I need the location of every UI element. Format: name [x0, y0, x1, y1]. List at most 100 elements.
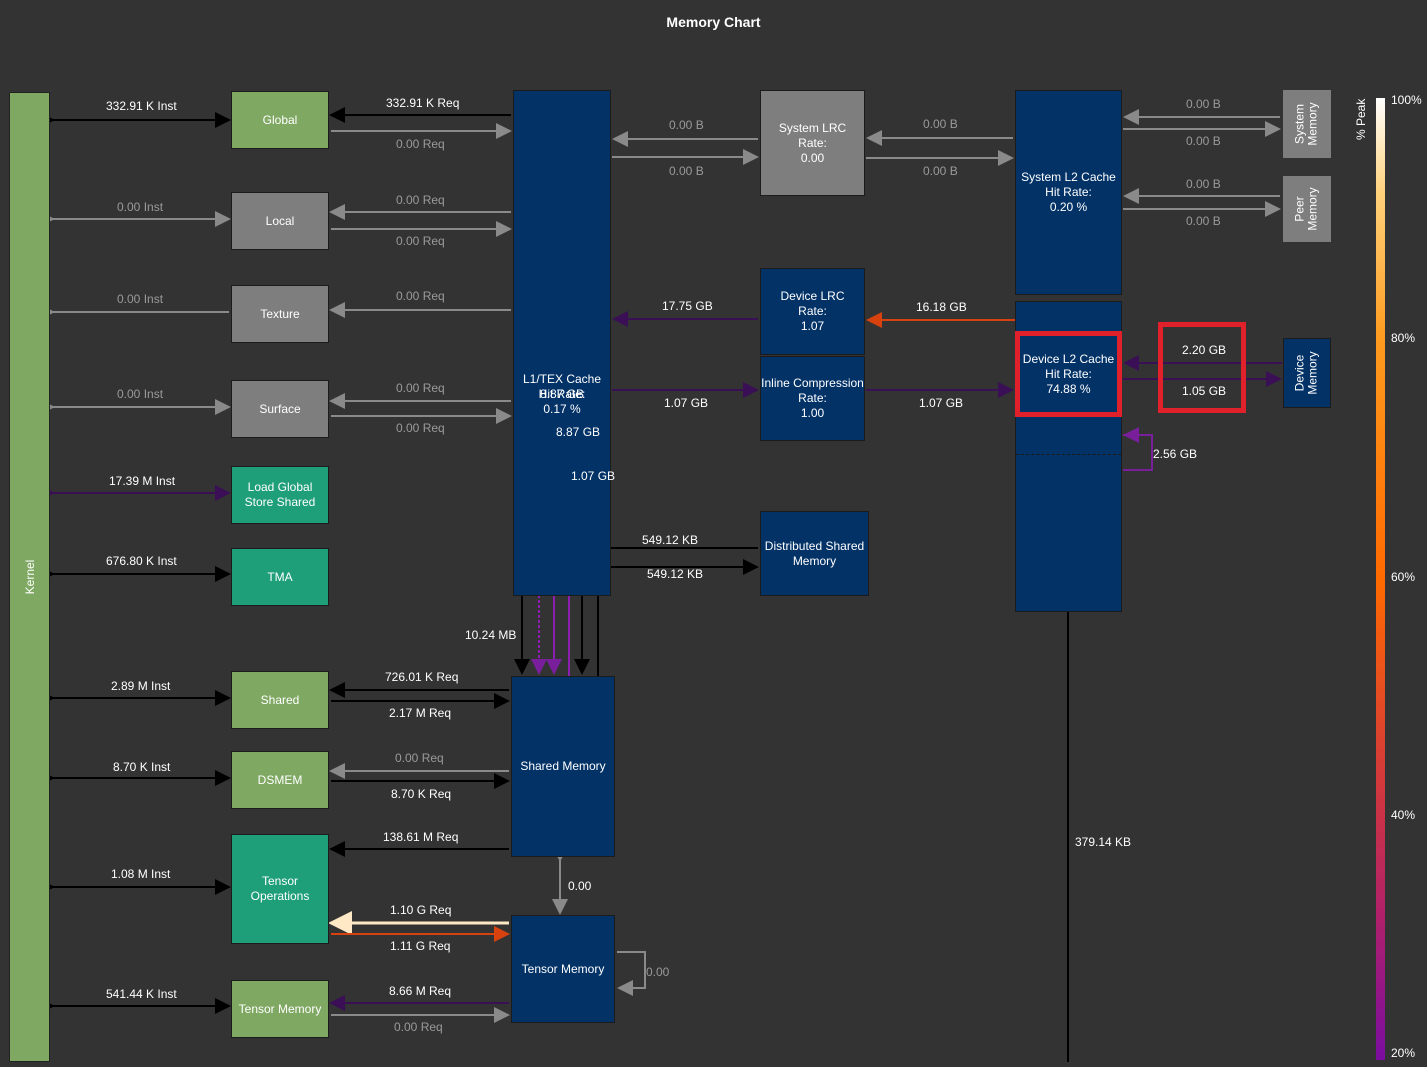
tma-unit[interactable]: TMA — [231, 548, 329, 606]
l1-shared-b-label: 8.87 GB — [556, 425, 601, 439]
dev-lrc-rate-label: Rate: — [798, 304, 827, 318]
device-memory-label: Device Memory — [1293, 351, 1320, 395]
surface-unit[interactable]: Surface — [231, 380, 329, 438]
sys-lrc-right-out: 0.00 B — [923, 164, 958, 178]
load-global-store-shared-unit[interactable]: Load Global Store Shared — [231, 466, 329, 524]
inline-compression[interactable]: Inline Compression Rate: 1.00 — [760, 356, 865, 441]
distributed-shared-memory[interactable]: Distributed Shared Memory — [760, 511, 869, 596]
dev-lrc-to-l1: 17.75 GB — [662, 299, 713, 313]
sys-mem-out: 0.00 B — [1186, 134, 1221, 148]
global-req-out-label: 0.00 Req — [396, 137, 445, 151]
inline-comp-name: Inline Compression — [761, 376, 864, 390]
system-memory-label: System Memory — [1293, 102, 1320, 146]
dsmem-inst-label: 8.70 K Inst — [113, 760, 171, 774]
peer-memory[interactable]: Peer Memory — [1283, 176, 1331, 242]
local-req-out-label: 0.00 Req — [396, 234, 445, 248]
global-unit[interactable]: Global — [231, 91, 329, 149]
sys-lrc-left-in: 0.00 B — [669, 118, 704, 132]
inline-comp-from-l1: 1.07 GB — [664, 396, 709, 410]
legend-tick-100: 100% — [1391, 93, 1422, 107]
device-memory[interactable]: Device Memory — [1283, 338, 1331, 408]
dsmem-req-in-label: 0.00 Req — [395, 751, 444, 765]
legend-tick-40: 40% — [1391, 808, 1416, 822]
l2-highlight-box — [1015, 331, 1122, 417]
sys-lrc-right-in: 0.00 B — [923, 117, 958, 131]
l1-shared-d-label: 10.24 MB — [465, 628, 517, 642]
legend-tick-60: 60% — [1391, 570, 1416, 584]
tensor-memory[interactable]: Tensor Memory — [511, 915, 615, 1023]
inline-comp-rate-label: Rate: — [798, 391, 827, 405]
surface-inst-label: 0.00 Inst — [117, 387, 164, 401]
l1-tex-cache[interactable]: L1/TEX Cache Hit Rate: 0.17 % — [513, 90, 611, 596]
dsm-in-label: 549.12 KB — [642, 533, 699, 547]
dsmem-unit[interactable]: DSMEM — [231, 751, 329, 809]
peer-mem-out: 0.00 B — [1186, 214, 1221, 228]
shared-req-in-label: 726.01 K Req — [385, 670, 459, 684]
l1-shared-c-label: 1.07 GB — [571, 469, 616, 483]
sys-lrc-rate: 0.00 — [800, 150, 825, 165]
peak-color-scale — [1376, 98, 1385, 1060]
tensor-memory-unit[interactable]: Tensor Memory — [231, 980, 329, 1038]
l2-bottom-label: 379.14 KB — [1075, 835, 1132, 849]
system-l2-cache[interactable]: System L2 Cache Hit Rate: 0.20 % — [1015, 90, 1122, 295]
kernel-bar[interactable]: Kernel — [9, 92, 50, 1062]
peer-mem-in: 0.00 B — [1186, 177, 1221, 191]
l2-self-loop-label: 2.56 GB — [1153, 447, 1198, 461]
local-inst-label: 0.00 Inst — [117, 200, 164, 214]
l1-shared-a-label: 8.87 GB — [540, 387, 585, 401]
l2-divider — [1016, 454, 1121, 455]
dsm-out-label: 549.12 KB — [647, 567, 704, 581]
tensor-ops-req-in2-label: 1.10 G Req — [390, 903, 452, 917]
tensor-mem-inst-label: 541.44 K Inst — [106, 987, 177, 1001]
local-unit[interactable]: Local — [231, 192, 329, 250]
tensor-ops-req-in-label: 138.61 M Req — [383, 830, 459, 844]
texture-unit[interactable]: Texture — [231, 285, 329, 343]
system-lrc[interactable]: System LRC Rate: 0.00 — [760, 90, 865, 196]
dsmem-req-out-label: 8.70 K Req — [391, 787, 452, 801]
global-inst-label: 332.91 K Inst — [106, 99, 177, 113]
shared-tensor-label: 0.00 — [568, 879, 592, 893]
device-memory-highlight-box — [1158, 322, 1246, 413]
local-req-in-label: 0.00 Req — [396, 193, 445, 207]
device-memory-write: 1.05 GB — [1182, 384, 1227, 398]
peer-memory-label: Peer Memory — [1293, 187, 1320, 231]
shared-req-out-label: 2.17 M Req — [389, 706, 452, 720]
sys-l2-hit: 0.20 % — [1049, 200, 1088, 214]
texture-inst-label: 0.00 Inst — [117, 292, 164, 306]
tensor-mem-req-out-label: 0.00 Req — [394, 1020, 443, 1034]
tensor-mem-req-in-label: 8.66 M Req — [389, 984, 452, 998]
global-req-in-label: 332.91 K Req — [386, 96, 460, 110]
lgss-inst-label: 17.39 M Inst — [109, 474, 176, 488]
inline-comp-rate: 1.00 — [800, 406, 825, 420]
texture-req-label: 0.00 Req — [396, 289, 445, 303]
connection-lines — [39, 107, 1282, 1062]
dev-lrc-name: Device LRC — [780, 289, 845, 303]
inline-comp-to-l2: 1.07 GB — [919, 396, 964, 410]
dev-lrc-rate: 1.07 — [800, 319, 825, 333]
shared-inst-label: 2.89 M Inst — [111, 679, 171, 693]
surface-req-out-label: 0.00 Req — [396, 421, 445, 435]
legend-tick-80: 80% — [1391, 331, 1416, 345]
tensor-ops-req-out-label: 1.11 G Req — [390, 939, 451, 953]
sys-mem-in: 0.00 B — [1186, 97, 1221, 111]
sys-lrc-rate-label: Rate: — [798, 135, 827, 150]
sys-l2-name: System L2 Cache — [1021, 170, 1116, 184]
legend-title: % Peak — [1354, 98, 1368, 140]
dev-lrc-from-l2: 16.18 GB — [916, 300, 967, 314]
sys-l2-hit-label: Hit Rate: — [1045, 185, 1092, 199]
device-memory-read: 2.20 GB — [1182, 343, 1227, 357]
sys-lrc-name: System LRC — [778, 120, 847, 135]
tma-inst-label: 676.80 K Inst — [106, 554, 177, 568]
tensor-ops-inst-label: 1.08 M Inst — [111, 867, 171, 881]
shared-memory[interactable]: Shared Memory — [511, 676, 615, 857]
surface-req-in-label: 0.00 Req — [396, 381, 445, 395]
legend-tick-20: 20% — [1391, 1046, 1416, 1060]
device-lrc[interactable]: Device LRC Rate: 1.07 — [760, 268, 865, 355]
l1-hit-value: 0.17 % — [543, 401, 581, 416]
shared-unit[interactable]: Shared — [231, 671, 329, 729]
tensor-memory-self-loop: 0.00 — [646, 965, 670, 979]
tensor-operations-unit[interactable]: Tensor Operations — [231, 834, 329, 944]
l1-name: L1/TEX Cache — [522, 371, 602, 386]
system-memory[interactable]: System Memory — [1283, 90, 1331, 158]
sys-lrc-left-out: 0.00 B — [669, 164, 704, 178]
